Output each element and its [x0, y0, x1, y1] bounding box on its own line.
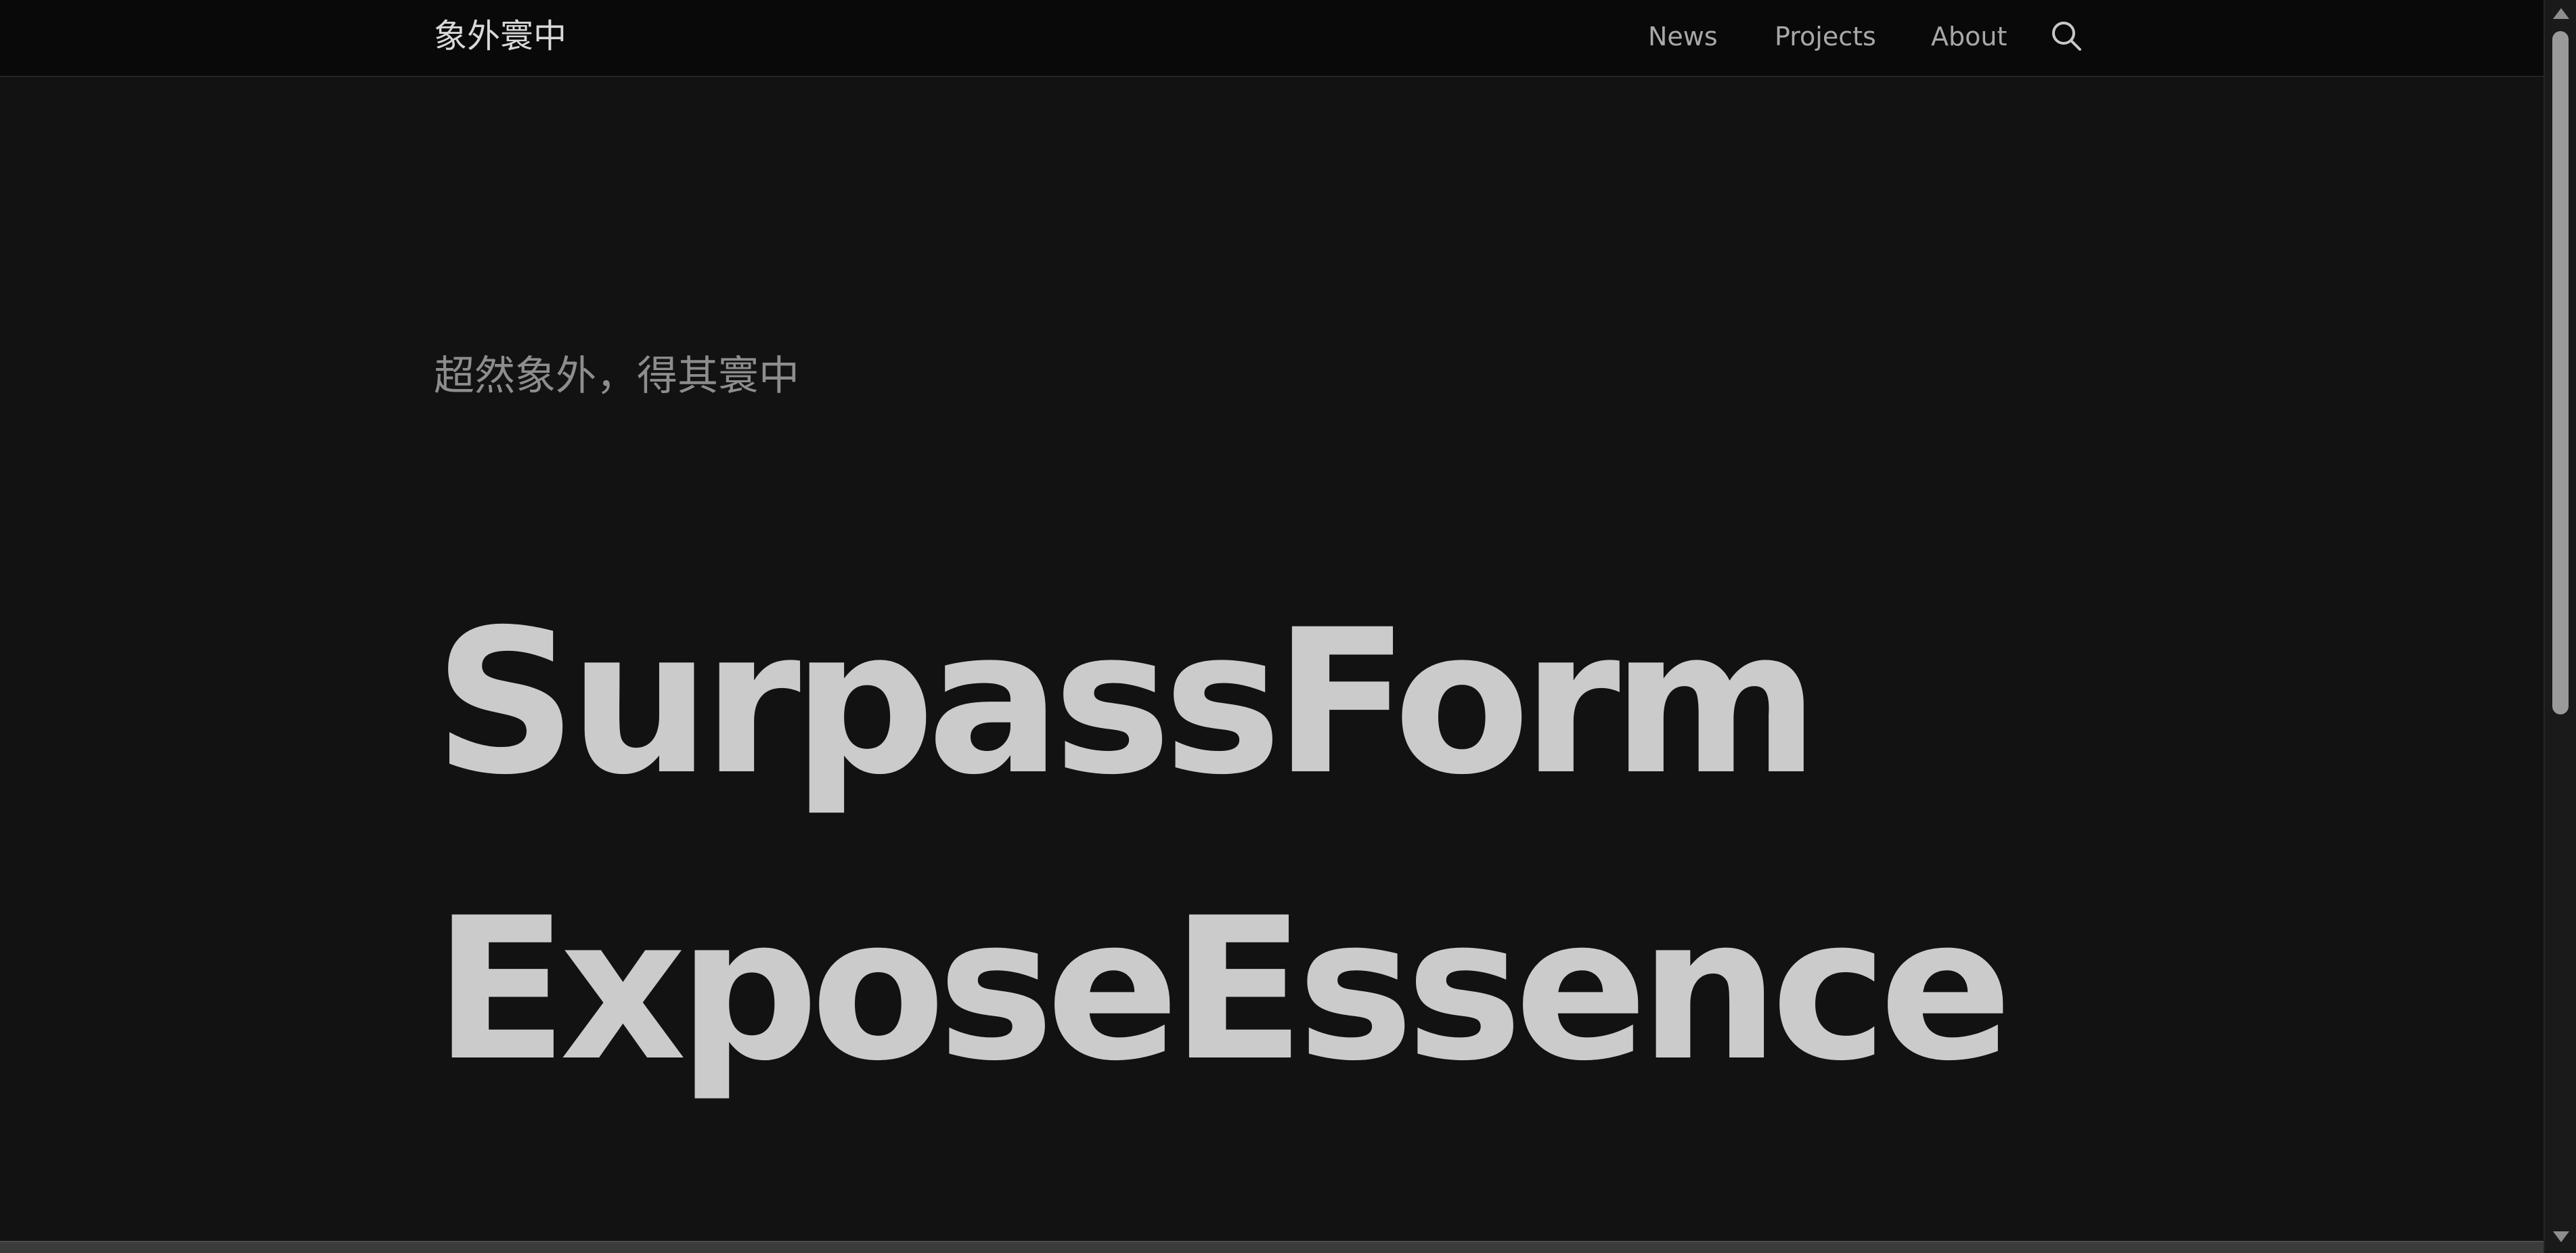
search-button[interactable] [2049, 19, 2085, 54]
nav-link-projects[interactable]: Projects [1775, 19, 1876, 54]
bottom-window-edge [0, 1241, 2544, 1253]
top-navigation-bar: 象外寰中 News Projects About [0, 0, 2544, 77]
hero-heading-line-1: SurpassForm [434, 587, 1819, 819]
scroll-down-icon[interactable] [2553, 1231, 2569, 1242]
search-icon [2052, 22, 2081, 51]
hero-heading-line-2: ExposeEssence [434, 876, 2012, 1105]
scroll-up-icon[interactable] [2553, 8, 2569, 19]
main-content: 超然象外，得其寰中 SurpassForm ExposeEssence [0, 77, 2544, 1241]
scroll-thumb[interactable] [2552, 31, 2569, 714]
page: 象外寰中 News Projects About 超然象外，得其寰中 Surpa… [0, 0, 2576, 1253]
hero-tagline: 超然象外，得其寰中 [434, 352, 799, 400]
vertical-scrollbar[interactable] [2544, 0, 2576, 1253]
nav-link-about[interactable]: About [1931, 19, 2007, 54]
nav-link-news[interactable]: News [1648, 19, 1718, 54]
site-title[interactable]: 象外寰中 [434, 14, 567, 59]
